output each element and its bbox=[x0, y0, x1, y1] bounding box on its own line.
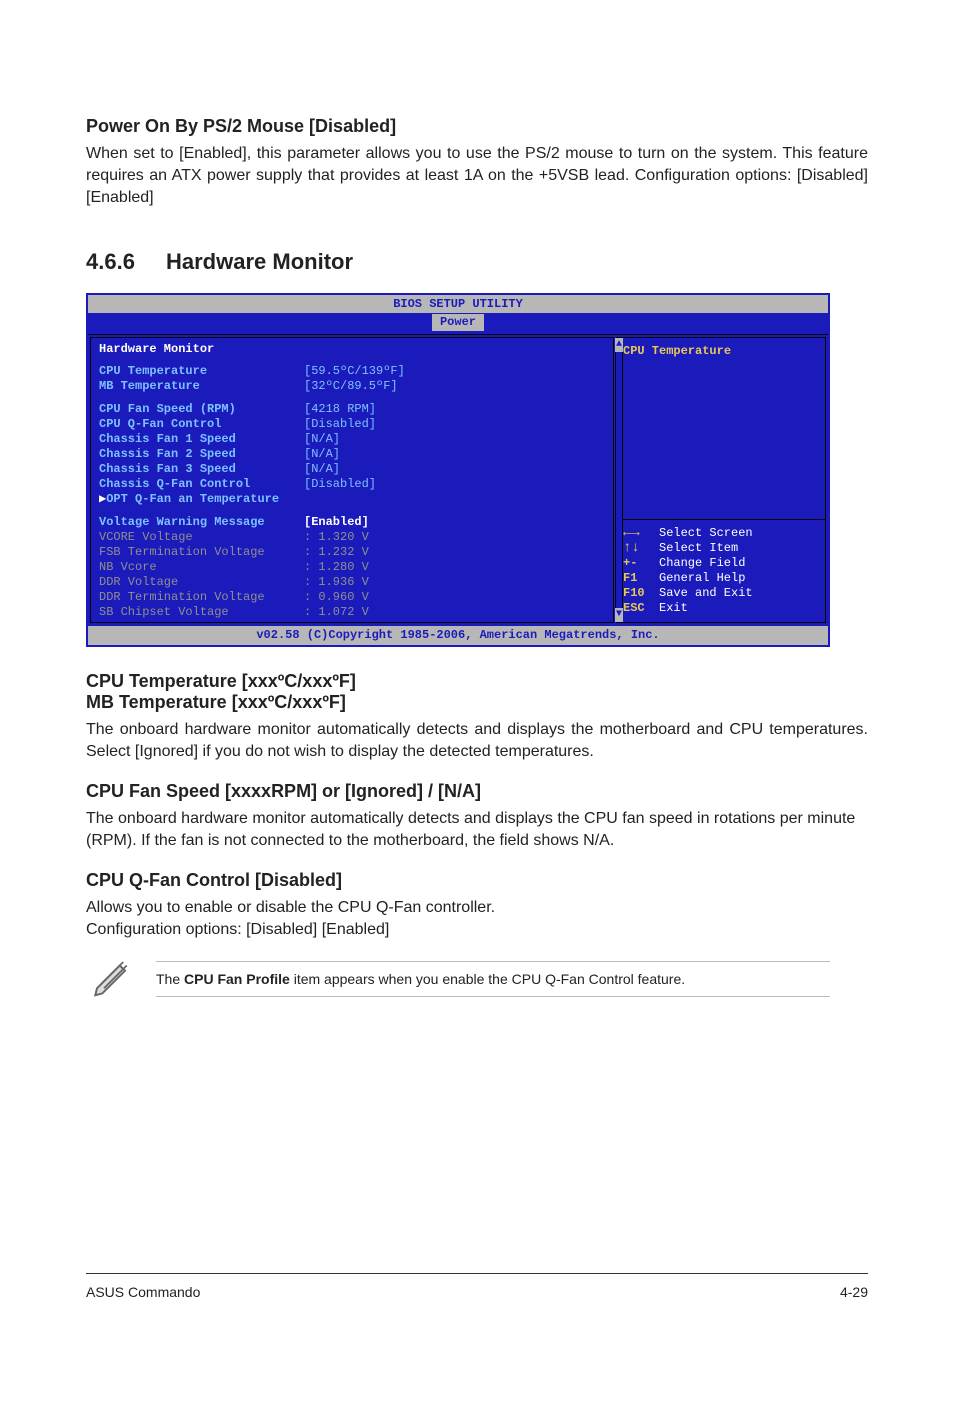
key-description: Save and Exit bbox=[659, 586, 753, 600]
paragraph-cpu-fan-speed: The onboard hardware monitor automatical… bbox=[86, 808, 868, 852]
bios-setting-label: SB Chipset Voltage bbox=[99, 605, 304, 620]
bios-left-panel: Hardware Monitor CPU Temperature[59.5ºC/… bbox=[90, 337, 614, 623]
key-name: +- bbox=[623, 556, 659, 571]
key-name: ↑↓ bbox=[623, 541, 659, 556]
bios-footer: v02.58 (C)Copyright 1985-2006, American … bbox=[88, 625, 828, 645]
bios-setting-label: VCORE Voltage bbox=[99, 530, 304, 545]
section-number: 4.6.6 bbox=[86, 249, 166, 275]
bios-setting-label: FSB Termination Voltage bbox=[99, 545, 304, 560]
bios-setting-label: MB Temperature bbox=[99, 379, 304, 394]
bios-setting-label: CPU Temperature bbox=[99, 364, 304, 379]
bios-setting-row[interactable]: MB Temperature[32ºC/89.5ºF] bbox=[99, 379, 605, 394]
bios-setting-value: : 1.280 V bbox=[304, 560, 369, 575]
bios-setting-value: [N/A] bbox=[304, 447, 340, 462]
bios-subitem-row[interactable]: ▶ OPT Q-Fan an Temperature bbox=[99, 492, 605, 507]
key-name: F10 bbox=[623, 586, 659, 601]
bios-setting-value: [4218 RPM] bbox=[304, 402, 376, 417]
key-name: F1 bbox=[623, 571, 659, 586]
bios-setting-row[interactable]: DDR Termination Voltage: 0.960 V bbox=[99, 590, 605, 605]
paragraph-temperatures: The onboard hardware monitor automatical… bbox=[86, 719, 868, 763]
key-name: ESC bbox=[623, 601, 659, 616]
bios-setting-row[interactable]: NB Vcore: 1.280 V bbox=[99, 560, 605, 575]
key-name: ←→ bbox=[623, 526, 659, 541]
paragraph-cpu-qfan-1: Allows you to enable or disable the CPU … bbox=[86, 897, 868, 919]
bios-setting-label: CPU Fan Speed (RPM) bbox=[99, 402, 304, 417]
bios-setting-row[interactable]: SB Chipset Voltage: 1.072 V bbox=[99, 605, 605, 620]
triangle-icon: ▶ bbox=[99, 492, 106, 507]
bios-setting-row[interactable]: Chassis Fan 3 Speed[N/A] bbox=[99, 462, 605, 477]
bios-setting-row[interactable]: Chassis Fan 2 Speed[N/A] bbox=[99, 447, 605, 462]
bios-help-panel: CPU Temperature bbox=[616, 337, 826, 520]
section-title: Hardware Monitor bbox=[166, 249, 353, 274]
bios-help-text: CPU Temperature bbox=[623, 344, 731, 358]
bios-key-hint: F10Save and Exit bbox=[623, 586, 819, 601]
tab-power[interactable]: Power bbox=[431, 313, 485, 332]
scroll-down-icon[interactable]: ▼ bbox=[615, 608, 623, 622]
bios-setting-row[interactable]: Chassis Fan 1 Speed[N/A] bbox=[99, 432, 605, 447]
note-text: The CPU Fan Profile item appears when yo… bbox=[156, 961, 830, 997]
bios-panel-heading: Hardware Monitor bbox=[99, 342, 605, 357]
footer-rule bbox=[86, 1273, 868, 1274]
bios-key-hint: ↑↓Select Item bbox=[623, 541, 819, 556]
bios-setting-label: DDR Termination Voltage bbox=[99, 590, 304, 605]
key-description: Exit bbox=[659, 601, 688, 615]
bios-setting-row[interactable]: VCORE Voltage: 1.320 V bbox=[99, 530, 605, 545]
bios-setting-label: CPU Q-Fan Control bbox=[99, 417, 304, 432]
bios-tab-bar: Power bbox=[88, 313, 828, 334]
bios-setting-value: : 1.232 V bbox=[304, 545, 369, 560]
bios-subitem-label: OPT Q-Fan an Temperature bbox=[106, 492, 311, 507]
bios-setting-value: [Disabled] bbox=[304, 477, 376, 492]
bios-setting-row[interactable]: Chassis Q-Fan Control[Disabled] bbox=[99, 477, 605, 492]
bios-key-hint: +-Change Field bbox=[623, 556, 819, 571]
bios-setting-row[interactable]: FSB Termination Voltage: 1.232 V bbox=[99, 545, 605, 560]
heading-power-on-mouse: Power On By PS/2 Mouse [Disabled] bbox=[86, 116, 868, 137]
bios-setting-value: : 1.320 V bbox=[304, 530, 369, 545]
bios-setting-value: : 1.936 V bbox=[304, 575, 369, 590]
bios-setting-label: Chassis Fan 1 Speed bbox=[99, 432, 304, 447]
bios-setting-label: Chassis Fan 2 Speed bbox=[99, 447, 304, 462]
bios-setting-label: Chassis Fan 3 Speed bbox=[99, 462, 304, 477]
bios-setting-value: [Enabled] bbox=[304, 515, 369, 530]
bios-setting-value: : 1.072 V bbox=[304, 605, 369, 620]
heading-cpu-qfan: CPU Q-Fan Control [Disabled] bbox=[86, 870, 868, 891]
bios-panel: BIOS SETUP UTILITY Power Hardware Monito… bbox=[86, 293, 830, 647]
bios-setting-label: Chassis Q-Fan Control bbox=[99, 477, 304, 492]
paragraph-power-on-mouse: When set to [Enabled], this parameter al… bbox=[86, 143, 868, 209]
bios-setting-value: [Disabled] bbox=[304, 417, 376, 432]
bios-key-hint: ESCExit bbox=[623, 601, 819, 616]
heading-cpu-fan-speed: CPU Fan Speed [xxxxRPM] or [Ignored] / [… bbox=[86, 781, 868, 802]
key-description: Select Screen bbox=[659, 526, 753, 540]
bios-key-hint: ←→Select Screen bbox=[623, 526, 819, 541]
note-box: The CPU Fan Profile item appears when yo… bbox=[90, 955, 830, 1002]
scroll-track[interactable] bbox=[615, 352, 623, 608]
bios-setting-row[interactable]: Voltage Warning Message[Enabled] bbox=[99, 515, 605, 530]
bios-title: BIOS SETUP UTILITY bbox=[88, 295, 828, 313]
bios-setting-value: : 0.960 V bbox=[304, 590, 369, 605]
section-heading-hw-monitor: 4.6.6Hardware Monitor bbox=[86, 249, 868, 275]
bios-setting-label: Voltage Warning Message bbox=[99, 515, 304, 530]
bios-key-hint: F1General Help bbox=[623, 571, 819, 586]
bios-setting-label: DDR Voltage bbox=[99, 575, 304, 590]
footer-left: ASUS Commando bbox=[86, 1284, 200, 1300]
footer-page-number: 4-29 bbox=[840, 1284, 868, 1300]
bios-setting-value: [32ºC/89.5ºF] bbox=[304, 379, 398, 394]
bios-scrollbar[interactable]: ▲ ▼ bbox=[615, 338, 623, 622]
key-description: Select Item bbox=[659, 541, 738, 555]
bios-setting-value: [N/A] bbox=[304, 462, 340, 477]
scroll-up-icon[interactable]: ▲ bbox=[615, 338, 623, 352]
bios-setting-label: NB Vcore bbox=[99, 560, 304, 575]
bios-setting-value: [N/A] bbox=[304, 432, 340, 447]
bios-setting-row[interactable]: CPU Fan Speed (RPM)[4218 RPM] bbox=[99, 402, 605, 417]
heading-cpu-temp: CPU Temperature [xxxºC/xxxºF] bbox=[86, 671, 868, 692]
key-description: General Help bbox=[659, 571, 745, 585]
paragraph-cpu-qfan-2: Configuration options: [Disabled] [Enabl… bbox=[86, 919, 868, 941]
bios-keys-panel: ←→Select Screen↑↓Select Item+-Change Fie… bbox=[616, 520, 826, 623]
key-description: Change Field bbox=[659, 556, 745, 570]
heading-mb-temp: MB Temperature [xxxºC/xxxºF] bbox=[86, 692, 868, 713]
bios-setting-row[interactable]: CPU Q-Fan Control[Disabled] bbox=[99, 417, 605, 432]
bios-setting-row[interactable]: DDR Voltage: 1.936 V bbox=[99, 575, 605, 590]
bios-setting-value: [59.5ºC/139ºF] bbox=[304, 364, 405, 379]
pencil-icon bbox=[90, 955, 132, 1002]
bios-setting-row[interactable]: CPU Temperature[59.5ºC/139ºF] bbox=[99, 364, 605, 379]
